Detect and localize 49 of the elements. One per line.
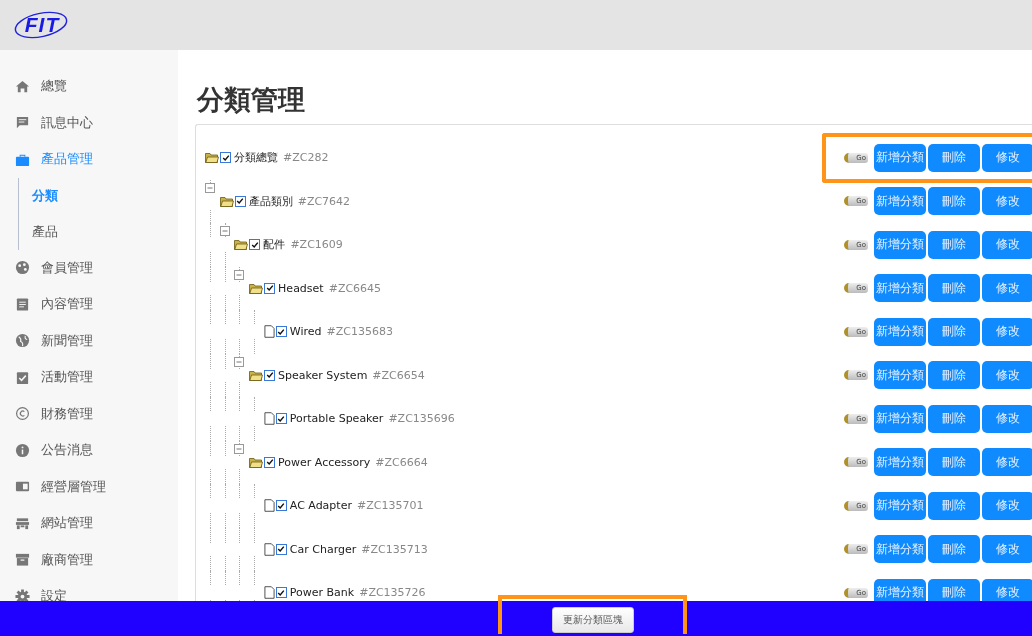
category-code: #ZC135713 bbox=[361, 542, 428, 556]
category-code: #ZC135701 bbox=[356, 499, 424, 513]
sidebar-item[interactable]: 新聞管理 bbox=[0, 332, 178, 349]
category-name[interactable]: Speaker System bbox=[278, 368, 368, 382]
sidebar-item-label: 新聞管理 bbox=[41, 331, 93, 350]
category-code: #ZC135726 bbox=[359, 586, 426, 600]
sidebar-item-label: 產品管理 bbox=[41, 150, 93, 169]
sidebar-item-label: 網站管理 bbox=[41, 514, 93, 533]
sidebar-item-label: 會員管理 bbox=[41, 258, 93, 277]
page-title: 分類管理 bbox=[197, 84, 306, 116]
sidebar-item-label: 內容管理 bbox=[41, 295, 93, 314]
category-code: #ZC6664 bbox=[375, 455, 428, 469]
category-code: #ZC135696 bbox=[388, 412, 455, 426]
sidebar-item[interactable]: 廠商管理 bbox=[0, 551, 178, 568]
sidebar-item-label: 公告消息 bbox=[41, 441, 93, 460]
category-name[interactable]: 配件 bbox=[263, 237, 286, 253]
sidebar-item[interactable]: 活動管理 bbox=[0, 369, 178, 386]
category-name[interactable]: Power Accessory bbox=[278, 455, 371, 469]
category-name[interactable]: Power Bank bbox=[289, 586, 355, 600]
category-name[interactable]: Portable Speaker bbox=[289, 412, 384, 426]
category-name[interactable]: Wired bbox=[289, 325, 322, 339]
update-button[interactable]: 更新分類區塊 bbox=[551, 606, 634, 633]
sidebar-item-label: 廠商管理 bbox=[41, 550, 93, 569]
category-code: #ZC7642 bbox=[297, 194, 351, 208]
category-name[interactable]: 產品類別 bbox=[248, 193, 293, 209]
category-code: #ZC6654 bbox=[372, 368, 425, 382]
sidebar-item-label: 財務管理 bbox=[41, 404, 93, 423]
category-name[interactable]: Headset bbox=[278, 281, 324, 295]
category-code: #ZC282 bbox=[283, 151, 329, 165]
sidebar-item[interactable]: 內容管理 bbox=[0, 296, 178, 313]
category-code: #ZC135683 bbox=[326, 325, 393, 339]
category-name[interactable]: AC Adapter bbox=[289, 499, 352, 513]
sidebar-item-label: 總覽 bbox=[41, 77, 67, 96]
category-code: #ZC6645 bbox=[328, 281, 382, 295]
sidebar-item-label: 經營層管理 bbox=[41, 477, 106, 496]
sidebar-subitem[interactable]: 產品 bbox=[19, 213, 58, 250]
sidebar-item[interactable]: 總覽 bbox=[0, 78, 178, 95]
sidebar-item[interactable]: 經營層管理 bbox=[0, 478, 178, 495]
sidebar-item[interactable]: 訊息中心 bbox=[0, 114, 178, 131]
sidebar-item[interactable]: 財務管理 bbox=[0, 405, 178, 422]
sidebar-item-label: 活動管理 bbox=[41, 368, 93, 387]
sidebar-item[interactable]: 公告消息 bbox=[0, 442, 178, 459]
category-name[interactable]: 分類總覽 bbox=[234, 150, 278, 166]
sidebar-item[interactable]: 會員管理 bbox=[0, 259, 178, 276]
category-code: #ZC1609 bbox=[290, 238, 343, 252]
category-name[interactable]: Car Charger bbox=[289, 542, 357, 556]
logo-text: FIT bbox=[24, 13, 60, 37]
sidebar-item[interactable]: 網站管理 bbox=[0, 515, 178, 532]
sidebar-item-label: 訊息中心 bbox=[41, 113, 93, 132]
